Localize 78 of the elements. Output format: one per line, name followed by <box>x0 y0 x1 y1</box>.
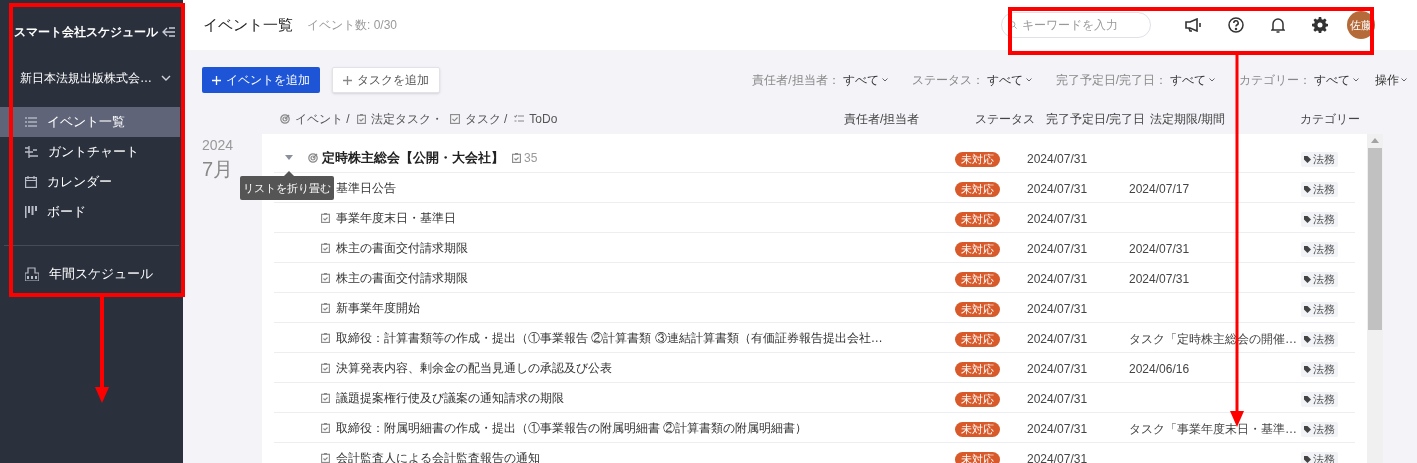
add-button[interactable]: タスクを追加 <box>332 67 440 93</box>
legend-label: イベント / <box>295 111 350 128</box>
category-tag: 法務 <box>1301 361 1338 377</box>
filter-dropdown[interactable]: 完了予定日/完了日： すべて <box>1055 71 1215 89</box>
event-count: イベント数: 0/30 <box>307 17 398 34</box>
due-date: 2024/07/31 <box>1027 241 1088 256</box>
nav-item[interactable]: イベント一覧 <box>0 107 180 137</box>
event-title: 定時株主総会【公開・大会社】 <box>322 148 504 167</box>
status-badge: 未対応 <box>955 211 1000 227</box>
column-header: カテゴリー <box>1300 111 1361 128</box>
filter-dropdown[interactable]: 責任者/担当者： すべて <box>752 71 888 89</box>
column-header: ステータス <box>975 111 1036 128</box>
status-badge: 未対応 <box>955 361 1000 377</box>
search-field[interactable]: キーワードを入力 <box>1001 12 1151 38</box>
legend-label: 法定タスク・ <box>370 111 443 128</box>
tooltip: リストを折り畳む <box>240 175 334 200</box>
task-title: 取締役：附属明細書の作成・提出（①事業報告の附属明細書 ②計算書類の附属明細書） <box>336 419 808 437</box>
category-tag: 法務 <box>1301 211 1338 227</box>
column-header: 完了予定日/完了日 <box>1046 111 1147 128</box>
add-button[interactable]: イベントを追加 <box>202 67 320 93</box>
task-title: 取締役：計算書類等の作成・提出（①事業報告 ②計算書類 ③連結計算書類（有価証券報告提出会社… <box>336 329 883 347</box>
filter-dropdown[interactable]: ステータス： すべて <box>911 71 1032 89</box>
status-badge: 未対応 <box>955 271 1000 287</box>
category-tag: 法務 <box>1301 151 1338 167</box>
legal-deadline: 2024/07/31 <box>1129 271 1190 286</box>
due-date: 2024/07/31 <box>1027 331 1088 346</box>
status-badge: 未対応 <box>955 331 1000 347</box>
status-badge: 未対応 <box>955 181 1000 197</box>
due-date: 2024/07/31 <box>1027 451 1088 463</box>
due-date: 2024/07/31 <box>1027 211 1088 226</box>
legal-deadline: 2024/06/16 <box>1129 361 1190 376</box>
page-title: イベント一覧 <box>203 14 293 35</box>
legend-label: ToDo <box>529 111 558 128</box>
task-count: 35 <box>524 149 538 167</box>
status-badge: 未対応 <box>955 301 1000 317</box>
status-badge: 未対応 <box>955 391 1000 407</box>
due-date: 2024/07/31 <box>1027 421 1088 436</box>
due-date: 2024/07/31 <box>1027 361 1088 376</box>
company-selector[interactable]: 新日本法規出版株式会… <box>0 64 183 92</box>
due-date: 2024/07/31 <box>1027 181 1088 196</box>
category-tag: 法務 <box>1301 421 1338 437</box>
due-date: 2024/07/31 <box>1027 271 1088 286</box>
legend-label: タスク / <box>464 111 508 128</box>
filter-dropdown[interactable]: カテゴリー： すべて <box>1239 71 1359 89</box>
task-title: 議題提案権行使及び議案の通知請求の期限 <box>336 389 564 407</box>
nav-item[interactable]: カレンダー <box>0 167 180 197</box>
due-date: 2024/07/31 <box>1027 391 1088 406</box>
column-header: 法定期限/期間 <box>1150 111 1227 128</box>
task-title: 決算発表内容、剰余金の配当見通しの承認及び公表 <box>336 359 612 377</box>
nav-item[interactable]: ガントチャート <box>0 137 180 167</box>
category-tag: 法務 <box>1301 271 1338 287</box>
category-tag: 法務 <box>1301 391 1338 407</box>
month-label: 7月 <box>202 157 235 182</box>
status-badge: 未対応 <box>955 451 1000 463</box>
task-title: 事業年度末日・基準日 <box>336 209 456 227</box>
task-title: 新事業年度開始 <box>336 299 420 317</box>
category-tag: 法務 <box>1301 301 1338 317</box>
task-title: 会計監査人による会計監査報告の通知 <box>336 449 540 463</box>
status-badge: 未対応 <box>955 241 1000 257</box>
year-label: 2024 <box>202 136 235 154</box>
status-badge: 未対応 <box>955 151 1000 167</box>
app-title: スマート会社スケジュール <box>14 24 158 41</box>
actions-menu[interactable]: 操作 <box>1375 71 1407 89</box>
category-tag: 法務 <box>1301 331 1338 347</box>
task-title: 株主の書面交付請求期限 <box>336 239 468 257</box>
legal-deadline: 2024/07/31 <box>1129 241 1190 256</box>
legal-deadline: 2024/07/17 <box>1129 181 1190 196</box>
nav-item[interactable]: ボード <box>0 197 180 227</box>
column-header: 責任者/担当者 <box>844 111 921 128</box>
nav-item[interactable]: 年間スケジュール <box>0 259 180 289</box>
due-date: 2024/07/31 <box>1027 301 1088 316</box>
task-title: 基準日公告 <box>336 179 396 197</box>
category-tag: 法務 <box>1301 181 1338 197</box>
status-badge: 未対応 <box>955 421 1000 437</box>
category-tag: 法務 <box>1301 241 1338 257</box>
task-title: 株主の書面交付請求期限 <box>336 269 468 287</box>
due-date: 2024/07/31 <box>1027 151 1088 166</box>
legal-deadline: タスク「事業年度末日・基準… <box>1129 421 1297 436</box>
